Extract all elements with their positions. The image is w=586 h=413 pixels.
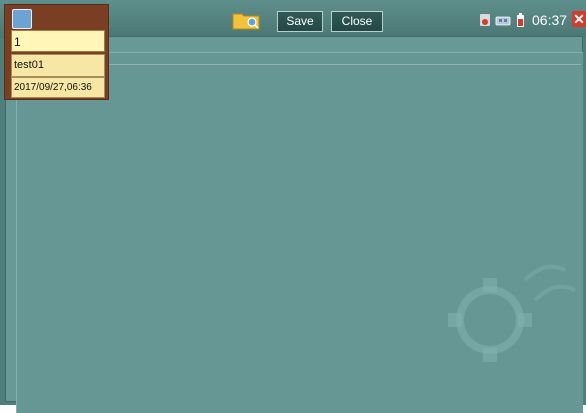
save-button[interactable]: Save	[277, 11, 323, 32]
popup-datetime-row[interactable]: 2017/09/27,06:36	[11, 77, 105, 98]
close-x-icon[interactable]: ✕	[572, 11, 586, 27]
network-icon	[495, 16, 511, 26]
popup-name-row[interactable]: test01	[11, 54, 105, 77]
popup-input-field[interactable]: 1	[11, 30, 105, 52]
folder-search-icon[interactable]	[232, 10, 260, 30]
close-button[interactable]: Close	[331, 11, 383, 32]
record-icon	[480, 14, 490, 26]
watermark-gear-icon	[448, 264, 576, 362]
clock-time: 06:37	[532, 12, 568, 28]
status-icons	[480, 13, 524, 27]
battery-icon	[517, 13, 524, 27]
file-info-popup: 1 test01 2017/09/27,06:36	[4, 4, 109, 100]
user-icon[interactable]	[12, 9, 32, 29]
app-window: Save Close 06:37 ✕ 1 test01 2017/09/27,0…	[0, 0, 586, 413]
